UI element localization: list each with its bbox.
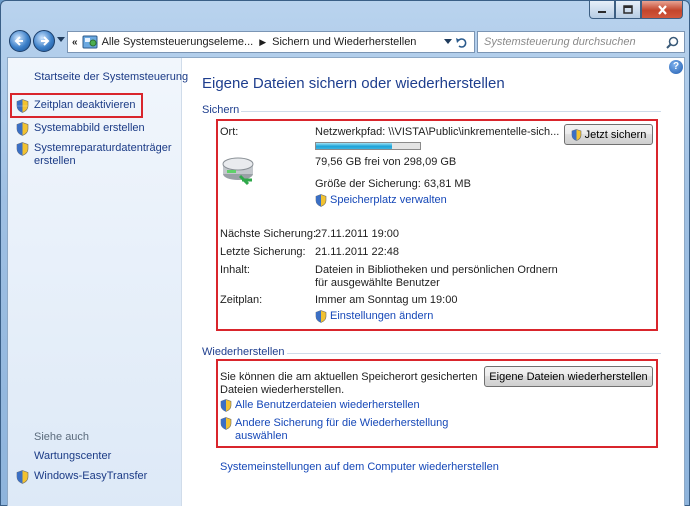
network-drive-icon xyxy=(222,157,254,186)
uac-shield-icon xyxy=(220,417,232,430)
content-area: Startseite der Systemsteuerung Zeitplan … xyxy=(7,57,685,506)
next-backup-value: 27.11.2011 19:00 xyxy=(315,228,400,240)
manage-space-link[interactable]: Speicherplatz verwalten xyxy=(315,194,447,207)
sidebar-item-action-center[interactable]: Wartungscenter xyxy=(34,450,111,462)
select-other-backup-link[interactable]: Andere Sicherung für die Wiederherstellu… xyxy=(220,417,448,443)
section-divider xyxy=(241,111,661,112)
restore-text-line2: Dateien wiederherstellen. xyxy=(220,384,345,396)
restore-system-settings-link[interactable]: Systemeinstellungen auf dem Computer wie… xyxy=(220,461,499,473)
link-label: Einstellungen ändern xyxy=(330,310,434,322)
link-label: Speicherplatz verwalten xyxy=(330,194,447,206)
sidebar-item-label: Systemabbild erstellen xyxy=(34,122,145,134)
backup-section-heading: Sichern xyxy=(202,104,240,116)
breadcrumb-backup-restore[interactable]: Sichern und Wiederherstellen xyxy=(272,36,416,48)
uac-shield-icon xyxy=(16,470,29,484)
window-frame: « Alle Systemsteuerungseleme... ▶ Sicher… xyxy=(0,0,690,506)
disk-usage-fill xyxy=(316,143,392,149)
last-backup-label: Letzte Sicherung: xyxy=(220,246,306,258)
breadcrumb-all-control-panel-items[interactable]: Alle Systemsteuerungseleme... xyxy=(102,36,254,48)
recent-pages-dropdown-icon[interactable] xyxy=(57,37,65,43)
backup-size-text: Größe der Sicherung: 63,81 MB xyxy=(315,178,471,190)
disk-usage-bar xyxy=(315,142,421,150)
restore-section-heading: Wiederherstellen xyxy=(202,346,285,358)
backup-now-button[interactable]: Jetzt sichern xyxy=(564,124,653,145)
close-button[interactable] xyxy=(641,1,683,19)
contents-value-line1: Dateien in Bibliotheken und persönlichen… xyxy=(315,264,558,276)
uac-shield-icon xyxy=(571,128,581,141)
uac-shield-icon xyxy=(16,142,29,156)
uac-shield-icon xyxy=(315,194,327,207)
restore-text-line1: Sie können die am aktuellen Speicherort … xyxy=(220,371,478,383)
address-overflow-icon[interactable]: « xyxy=(72,37,78,48)
sidebar-item-easy-transfer[interactable]: Windows-EasyTransfer xyxy=(16,470,148,484)
search-input[interactable]: Systemsteuerung durchsuchen xyxy=(478,36,666,48)
control-panel-icon xyxy=(82,35,98,49)
sidebar-item-create-system-image[interactable]: Systemabbild erstellen xyxy=(16,122,145,136)
main-panel: ? Eigene Dateien sichern oder wiederhers… xyxy=(183,58,685,506)
backup-now-label: Jetzt sichern xyxy=(584,128,647,141)
back-button[interactable] xyxy=(9,30,31,52)
sidebar-home-link[interactable]: Startseite der Systemsteuerung xyxy=(34,71,188,83)
schedule-value: Immer am Sonntag um 19:00 xyxy=(315,294,458,306)
page-title: Eigene Dateien sichern oder wiederherste… xyxy=(202,75,505,92)
sidebar-item-label: Windows-EasyTransfer xyxy=(34,470,148,482)
link-label: Alle Benutzerdateien wiederherstellen xyxy=(235,399,420,411)
uac-shield-icon xyxy=(315,310,327,323)
caption-buttons xyxy=(589,1,683,21)
address-bar[interactable]: « Alle Systemsteuerungseleme... ▶ Sicher… xyxy=(67,31,475,53)
sidebar-item-disable-schedule[interactable]: Zeitplan deaktivieren xyxy=(16,99,136,113)
maximize-button[interactable] xyxy=(615,1,641,19)
location-value: Netzwerkpfad: \\VISTA\Public\inkrementel… xyxy=(315,126,560,138)
sidebar-item-create-repair-disc[interactable]: Systemreparaturdatenträger erstellen xyxy=(16,142,176,168)
restore-my-files-button[interactable]: Eigene Dateien wiederherstellen xyxy=(484,366,653,387)
minimize-icon xyxy=(598,10,606,13)
arrow-left-icon xyxy=(14,36,23,46)
location-label: Ort: xyxy=(220,126,239,138)
address-dropdown-icon[interactable] xyxy=(444,39,452,45)
section-divider xyxy=(287,353,661,354)
navigation-bar: « Alle Systemsteuerungseleme... ▶ Sicher… xyxy=(7,29,685,55)
search-icon[interactable] xyxy=(666,36,679,49)
uac-shield-icon xyxy=(16,122,29,136)
contents-value-line2: für ausgewählte Benutzer xyxy=(315,277,440,289)
change-settings-link[interactable]: Einstellungen ändern xyxy=(315,310,434,323)
uac-shield-icon xyxy=(220,399,232,412)
sidebar: Startseite der Systemsteuerung Zeitplan … xyxy=(8,58,188,506)
see-also-heading: Siehe auch xyxy=(34,431,90,443)
minimize-button[interactable] xyxy=(589,1,615,19)
last-backup-value: 21.11.2011 22:48 xyxy=(315,246,400,258)
sidebar-item-label: Zeitplan deaktivieren xyxy=(34,99,136,111)
help-icon[interactable]: ? xyxy=(669,60,683,74)
forward-button[interactable] xyxy=(33,30,55,52)
free-space-text: 79,56 GB frei von 298,09 GB xyxy=(315,156,457,168)
schedule-label: Zeitplan: xyxy=(220,294,263,306)
arrow-right-icon xyxy=(41,36,50,46)
next-backup-label: Nächste Sicherung: xyxy=(220,228,316,240)
maximize-icon xyxy=(623,5,633,14)
sidebar-item-label: Systemreparaturdatenträger erstellen xyxy=(34,142,172,167)
contents-label: Inhalt: xyxy=(220,264,250,276)
uac-shield-icon xyxy=(16,99,29,113)
breadcrumb-separator-icon[interactable]: ▶ xyxy=(259,37,266,48)
refresh-icon[interactable] xyxy=(455,35,471,50)
link-label-line1: Andere Sicherung für die Wiederherstellu… xyxy=(235,417,449,429)
search-box[interactable]: Systemsteuerung durchsuchen xyxy=(477,31,685,53)
close-icon xyxy=(657,4,667,15)
link-label-line2: auswählen xyxy=(235,430,288,442)
restore-all-users-link[interactable]: Alle Benutzerdateien wiederherstellen xyxy=(220,399,420,412)
